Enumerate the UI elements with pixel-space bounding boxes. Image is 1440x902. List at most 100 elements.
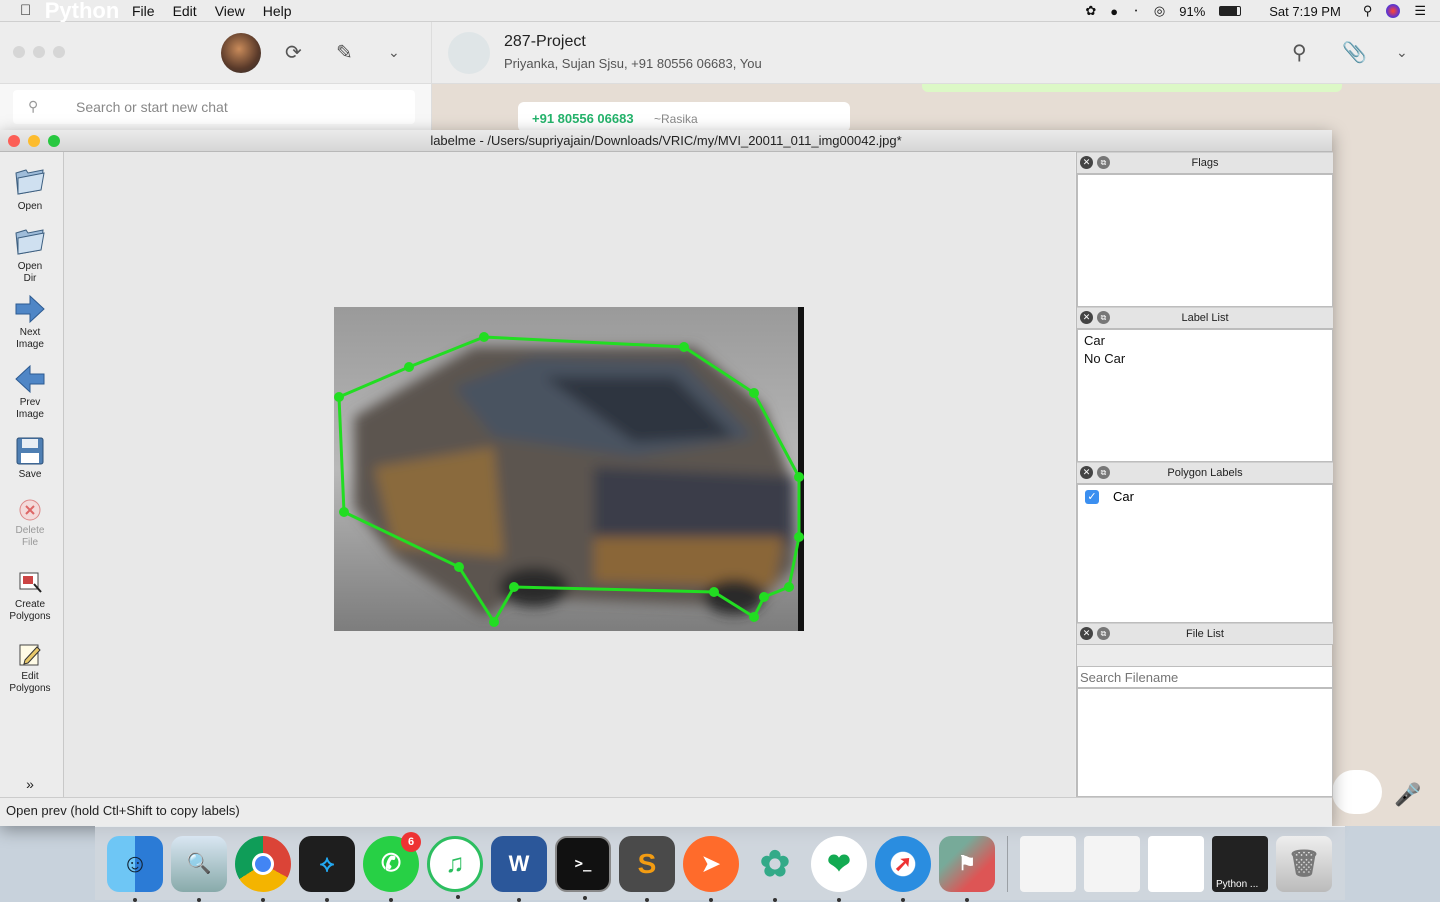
polygon-vertex[interactable] (784, 582, 794, 592)
polygon-vertex[interactable] (759, 592, 769, 602)
evernote-status-icon[interactable]: ● (1110, 4, 1118, 19)
menu-file[interactable]: File (132, 3, 155, 19)
polygon-labels-list[interactable]: ✓ Car (1077, 484, 1333, 623)
close-icon[interactable]: ✕ (1080, 156, 1093, 169)
wifi-icon[interactable]: ◎ (1154, 3, 1165, 19)
open-dir-button[interactable]: Open Dir (0, 224, 60, 285)
polygon-vertex[interactable] (454, 562, 464, 572)
menu-help[interactable]: Help (263, 3, 292, 19)
checkbox[interactable]: ✓ (1085, 489, 1099, 504)
float-icon[interactable]: ⧉ (1097, 627, 1110, 640)
window-zoom-button[interactable] (48, 135, 60, 147)
python-window-thumbnail[interactable]: Python ... (1212, 835, 1268, 892)
siri-icon[interactable] (1386, 4, 1401, 18)
bluetooth-icon[interactable]: ᛫ (1132, 4, 1140, 19)
chat-header: 287-Project Priyanka, Sujan Sjsu, +91 80… (432, 22, 1440, 84)
polygon-vertex[interactable] (749, 388, 759, 398)
close-icon[interactable]: ✕ (1080, 627, 1093, 640)
save-button[interactable]: Save (0, 436, 60, 481)
file-list[interactable] (1077, 688, 1333, 797)
safari-app[interactable]: ➚ (875, 835, 931, 902)
menu-edit[interactable]: Edit (173, 3, 197, 19)
search-icon[interactable]: ⚲ (1292, 40, 1307, 65)
polygon-vertex[interactable] (794, 472, 804, 482)
image-canvas[interactable] (64, 152, 1075, 797)
close-icon[interactable]: ✕ (1080, 466, 1093, 479)
status-app-icon[interactable]: ✿ (1085, 3, 1096, 19)
spotlight-icon[interactable]: ⚲ (1363, 3, 1373, 19)
window-close-button[interactable] (13, 46, 25, 58)
word-app[interactable]: W (491, 835, 547, 902)
vscode-app[interactable]: ⟡ (299, 835, 355, 902)
menubar-clock[interactable]: Sat 7:19 PM (1269, 4, 1341, 19)
next-image-button[interactable]: Next Image (0, 294, 60, 351)
prev-image-label-2: Image (16, 409, 44, 420)
edit-polygons-button[interactable]: Edit Polygons (0, 642, 60, 695)
window-thumbnail-1[interactable] (1020, 835, 1076, 892)
polygon-vertex[interactable] (509, 582, 519, 592)
polygon-vertex[interactable] (334, 392, 344, 402)
polygon-vertex[interactable] (709, 587, 719, 597)
polygon-vertex[interactable] (794, 532, 804, 542)
polygon-vertex[interactable] (479, 332, 489, 342)
flags-list[interactable] (1077, 174, 1333, 307)
window-close-button[interactable] (8, 135, 20, 147)
preview-app[interactable]: 🔍 (171, 835, 227, 902)
new-chat-icon[interactable]: ✎ (336, 40, 353, 65)
label-list[interactable]: Car No Car (1077, 329, 1333, 462)
prev-image-button[interactable]: Prev Image (0, 364, 60, 421)
notification-center-icon[interactable]: ☰ (1414, 3, 1426, 19)
list-item[interactable]: ✓ Car (1078, 485, 1332, 504)
close-icon[interactable]: ✕ (1080, 311, 1093, 324)
window-minimize-button[interactable] (28, 135, 40, 147)
polygon-vertex[interactable] (404, 362, 414, 372)
open-button[interactable]: Open (0, 164, 60, 213)
polygon-vertex[interactable] (679, 342, 689, 352)
window-zoom-button[interactable] (53, 46, 65, 58)
avatar[interactable] (221, 33, 261, 73)
group-avatar[interactable] (448, 32, 490, 74)
chevron-down-icon[interactable]: ⌄ (1396, 44, 1408, 61)
polygon-vertex[interactable] (749, 612, 759, 622)
float-icon[interactable]: ⧉ (1097, 466, 1110, 479)
battery-icon[interactable] (1219, 6, 1242, 16)
evernote-app[interactable]: ♫ (427, 835, 483, 899)
next-image-label-2: Image (16, 339, 44, 350)
float-icon[interactable]: ⧉ (1097, 156, 1110, 169)
polygon-vertex[interactable] (489, 617, 499, 627)
maps-app[interactable]: ⚑ (939, 835, 995, 902)
create-polygons-button[interactable]: Create Polygons (0, 570, 60, 623)
sublime-app[interactable]: S (619, 835, 675, 902)
attach-icon[interactable]: 📎 (1342, 40, 1367, 65)
battery-percent[interactable]: 91% (1179, 4, 1205, 19)
chat-title[interactable]: 287-Project (504, 33, 586, 51)
message-sender-phone[interactable]: +91 80556 06683 (532, 111, 634, 126)
apple-icon[interactable]:  (20, 2, 36, 19)
chevron-down-icon[interactable]: ⌄ (388, 44, 400, 61)
window-thumbnail-2[interactable] (1084, 835, 1140, 892)
mongodb-app[interactable]: ❤ (811, 835, 867, 902)
postman-app[interactable]: ➤ (683, 835, 739, 902)
status-icon[interactable]: ⟳ (285, 40, 302, 65)
message-input[interactable] (1332, 770, 1382, 814)
dock-panels: ✕ ⧉ Flags ✕ ⧉ Label List Car No Car ✕ ⧉ … (1076, 152, 1333, 797)
window-minimize-button[interactable] (33, 46, 45, 58)
anaconda-app[interactable]: ✿ (747, 836, 803, 902)
list-item[interactable]: No Car (1078, 350, 1332, 368)
delete-file-button[interactable]: Delete File (0, 498, 60, 549)
list-item[interactable]: Car (1078, 332, 1332, 350)
float-icon[interactable]: ⧉ (1097, 311, 1110, 324)
finder-app[interactable]: ☺ (107, 835, 163, 902)
toolbar-expand-icon[interactable]: » (0, 777, 60, 791)
trash-app[interactable]: 🗑 (1276, 835, 1332, 892)
terminal-app[interactable]: >_ (555, 835, 611, 900)
chrome-app[interactable] (235, 835, 291, 902)
menu-view[interactable]: View (215, 3, 245, 19)
whatsapp-app[interactable]: ✆ 6 (363, 831, 421, 902)
polygon-vertex[interactable] (339, 507, 349, 517)
open-label: Open (17, 201, 43, 212)
file-search-input[interactable] (1077, 666, 1333, 688)
window-thumbnail-3[interactable] (1148, 835, 1204, 892)
tool-bar: Open Open Dir Next Image Prev Image Save… (0, 152, 64, 797)
microphone-icon[interactable]: 🎤 (1394, 782, 1421, 808)
